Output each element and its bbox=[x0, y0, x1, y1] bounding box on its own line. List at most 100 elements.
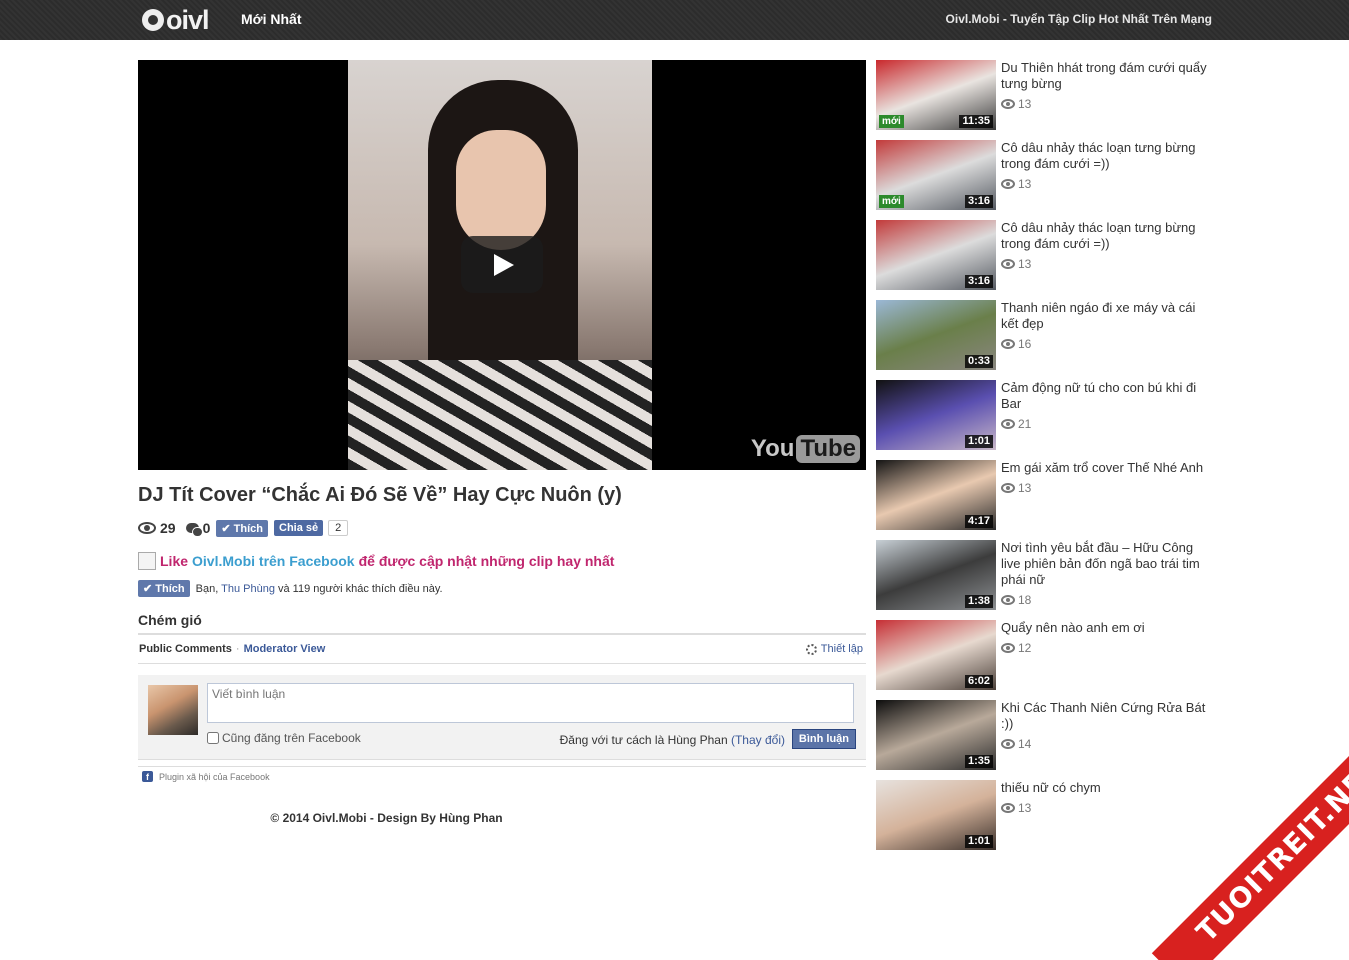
site-tagline-link[interactable]: Oivl.Mobi - Tuyển Tập Clip Hot Nhất Trên… bbox=[946, 12, 1212, 26]
also-post-checkbox[interactable]: Cũng đăng trên Facebook bbox=[207, 731, 361, 745]
related-video-title[interactable]: Em gái xăm trổ cover Thế Nhé Anh bbox=[1001, 460, 1216, 476]
submit-comment-button[interactable]: Bình luận bbox=[791, 729, 856, 749]
broken-image-icon bbox=[138, 552, 156, 570]
facebook-icon: f bbox=[142, 771, 153, 782]
related-video-title[interactable]: Cô dâu nhảy thác loạn tưng bừng trong đá… bbox=[1001, 220, 1216, 252]
eye-icon bbox=[138, 522, 156, 534]
video-player[interactable]: You Tube bbox=[138, 60, 866, 470]
video-duration: 1:01 bbox=[964, 835, 993, 848]
video-duration: 4:17 bbox=[964, 515, 993, 528]
play-button[interactable] bbox=[461, 236, 543, 293]
related-video-item[interactable]: 1:01 Cảm động nữ tú cho con bú khi đi Bar… bbox=[876, 380, 1216, 460]
fb-page-link[interactable]: Oivl.Mobi trên Facebook bbox=[192, 553, 355, 569]
video-thumbnail[interactable]: 1:01 bbox=[876, 780, 996, 850]
liker-name-link[interactable]: Thu Phùng bbox=[221, 583, 275, 595]
related-video-item[interactable]: 6:02 Quẩy nên nào anh em ơi 12 bbox=[876, 620, 1216, 700]
comment-tabs: Public Comments · Moderator View Thiết l… bbox=[138, 633, 866, 664]
related-video-title[interactable]: Quẩy nên nào anh em ơi bbox=[1001, 620, 1216, 636]
related-video-views: 13 bbox=[1001, 800, 1216, 816]
video-duration: 1:01 bbox=[964, 435, 993, 448]
view-count: 12 bbox=[1018, 641, 1032, 655]
video-thumbnail[interactable]: 1:38 bbox=[876, 540, 996, 610]
video-thumbnail[interactable]: 1:35 bbox=[876, 700, 996, 770]
fb-like-widget: ✔ Thích Bạn, Thu Phùng và 119 người khác… bbox=[138, 580, 443, 597]
video-duration: 3:16 bbox=[964, 275, 993, 288]
related-video-views: 13 bbox=[1001, 256, 1216, 272]
youtube-logo-right: Tube bbox=[796, 435, 860, 463]
nav-latest-link[interactable]: Mới Nhất bbox=[241, 11, 302, 27]
video-thumbnail[interactable]: mới 3:16 bbox=[876, 140, 996, 210]
related-video-item[interactable]: 1:35 Khi Các Thanh Niên Cứng Rửa Bát :)) 1… bbox=[876, 700, 1216, 780]
comment-compose: Cũng đăng trên Facebook Đăng với tư cách… bbox=[138, 675, 866, 760]
plugin-credit-link[interactable]: Plugin xã hội của Facebook bbox=[159, 772, 270, 782]
youtube-logo-left: You bbox=[750, 435, 795, 462]
video-thumbnail[interactable]: 0:33 bbox=[876, 300, 996, 370]
related-video-item[interactable]: 4:17 Em gái xăm trổ cover Thế Nhé Anh 13 bbox=[876, 460, 1216, 540]
related-video-views: 18 bbox=[1001, 592, 1216, 608]
logo-text: oivl bbox=[166, 4, 210, 35]
posting-as-label: Đăng với tư cách là Hùng Phan bbox=[559, 733, 731, 747]
related-video-item[interactable]: mới 3:16 Cô dâu nhảy thác loạn tưng bừng t… bbox=[876, 140, 1216, 220]
fb-promo: Like Oivl.Mobi trên Facebook để được cập… bbox=[138, 552, 614, 570]
related-video-item[interactable]: mới 11:35 Du Thiên hhát trong đám cưới quẩ… bbox=[876, 60, 1216, 140]
settings-link[interactable]: Thiết lập bbox=[805, 643, 863, 655]
related-video-title[interactable]: Du Thiên hhát trong đám cưới quẩy tưng b… bbox=[1001, 60, 1216, 92]
likers-text: Bạn, Thu Phùng và 119 người khác thích đ… bbox=[196, 583, 443, 595]
related-video-title[interactable]: Cảm động nữ tú cho con bú khi đi Bar bbox=[1001, 380, 1216, 412]
eye-icon bbox=[1001, 339, 1015, 349]
video-thumbnail[interactable]: mới 11:35 bbox=[876, 60, 996, 130]
like-word: Like bbox=[160, 553, 189, 569]
related-video-title[interactable]: Thanh niên ngáo đi xe máy và cái kết đẹp bbox=[1001, 300, 1216, 332]
eye-icon bbox=[1001, 483, 1015, 493]
view-count: 13 bbox=[1018, 801, 1032, 815]
related-video-item[interactable]: 3:16 Cô dâu nhảy thác loạn tưng bừng tron… bbox=[876, 220, 1216, 300]
related-video-info: Quẩy nên nào anh em ơi 12 bbox=[1001, 620, 1216, 656]
fb-like-label: Thích bbox=[233, 522, 263, 535]
tab-moderator-view[interactable]: Moderator View bbox=[244, 643, 326, 655]
related-video-item[interactable]: 1:01 thiếu nữ có chym 13 bbox=[876, 780, 1216, 860]
video-duration: 11:35 bbox=[959, 115, 993, 128]
fb-plugin-credit: f Plugin xã hội của Facebook bbox=[138, 766, 866, 782]
view-count: 16 bbox=[1018, 337, 1032, 351]
video-thumbnail[interactable]: 1:01 bbox=[876, 380, 996, 450]
related-video-info: Khi Các Thanh Niên Cứng Rửa Bát :)) 14 bbox=[1001, 700, 1216, 752]
related-video-views: 21 bbox=[1001, 416, 1216, 432]
settings-label: Thiết lập bbox=[820, 643, 863, 655]
video-stats: 29 0 ✔ Thích Chia sẻ 2 bbox=[138, 518, 349, 538]
youtube-logo[interactable]: You Tube bbox=[751, 435, 860, 463]
video-duration: 0:33 bbox=[964, 355, 993, 368]
related-video-info: Em gái xăm trổ cover Thế Nhé Anh 13 bbox=[1001, 460, 1216, 496]
related-video-title[interactable]: Khi Các Thanh Niên Cứng Rửa Bát :)) bbox=[1001, 700, 1216, 732]
fb-page-like-label: Thích bbox=[155, 583, 185, 595]
related-video-title[interactable]: Nơi tình yêu bắt đầu – Hữu Công live phi… bbox=[1001, 540, 1216, 588]
related-videos: mới 11:35 Du Thiên hhát trong đám cưới quẩ… bbox=[876, 60, 1216, 860]
related-video-title[interactable]: Cô dâu nhảy thác loạn tưng bừng trong đá… bbox=[1001, 140, 1216, 172]
likers-prefix: Bạn, bbox=[195, 582, 222, 595]
gear-icon bbox=[805, 643, 817, 655]
video-thumbnail[interactable]: 3:16 bbox=[876, 220, 996, 290]
video-thumbnail[interactable]: 6:02 bbox=[876, 620, 996, 690]
fb-like-button[interactable]: ✔ Thích bbox=[216, 519, 268, 537]
view-count: 13 bbox=[1018, 97, 1032, 111]
related-video-item[interactable]: 0:33 Thanh niên ngáo đi xe máy và cái kết… bbox=[876, 300, 1216, 380]
tab-public-comments[interactable]: Public Comments bbox=[139, 643, 232, 655]
video-duration: 1:35 bbox=[964, 755, 993, 768]
logo-icon bbox=[142, 9, 164, 31]
comment-input[interactable] bbox=[207, 683, 854, 723]
eye-icon bbox=[1001, 419, 1015, 429]
also-post-check[interactable] bbox=[207, 732, 219, 744]
eye-icon bbox=[1001, 179, 1015, 189]
eye-icon bbox=[1001, 595, 1015, 605]
related-video-item[interactable]: 1:38 Nơi tình yêu bắt đầu – Hữu Công live… bbox=[876, 540, 1216, 620]
top-navbar: oivl Mới Nhất Oivl.Mobi - Tuyển Tập Clip… bbox=[0, 0, 1349, 40]
eye-icon bbox=[1001, 259, 1015, 269]
site-logo[interactable]: oivl bbox=[142, 4, 210, 35]
video-thumbnail[interactable]: 4:17 bbox=[876, 460, 996, 530]
fb-page-like-button[interactable]: ✔ Thích bbox=[138, 580, 190, 597]
video-subject-face bbox=[456, 130, 546, 250]
eye-icon bbox=[1001, 99, 1015, 109]
change-account-link[interactable]: (Thay đổi) bbox=[731, 733, 785, 747]
also-post-label: Cũng đăng trên Facebook bbox=[222, 731, 361, 745]
fb-share-button[interactable]: Chia sẻ bbox=[274, 520, 324, 536]
related-video-title[interactable]: thiếu nữ có chym bbox=[1001, 780, 1216, 796]
